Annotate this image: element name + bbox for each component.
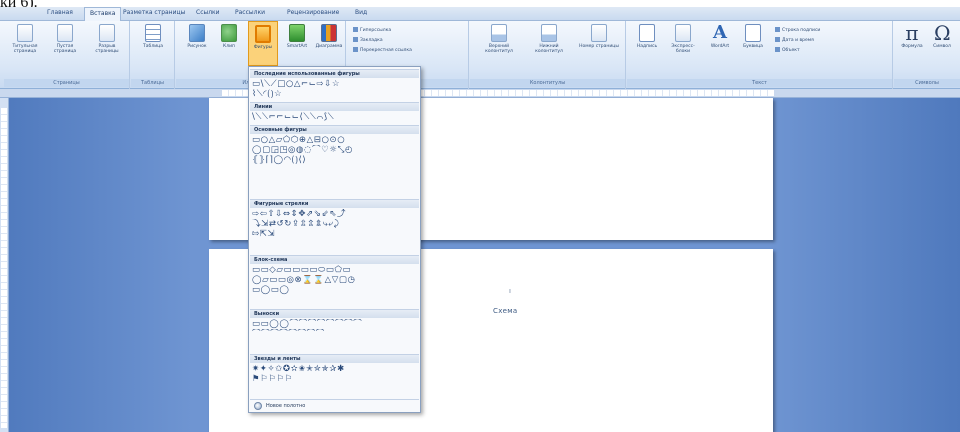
- shapes-button[interactable]: Фигуры: [248, 21, 278, 66]
- footer-button[interactable]: Нижний колонтитул: [526, 24, 572, 54]
- group-label-header-footer: Колонтитулы: [470, 79, 625, 87]
- shapes-dropdown[interactable]: Последние использованные фигуры ▭\⟍⟋□○△⌐…: [248, 66, 421, 413]
- group-text: Надпись Экспресс-блоки A WordArt Буквица …: [627, 21, 893, 89]
- shape-row[interactable]: ◯▱▭▭◎⊗⌛⌛△▽▢◷: [252, 275, 418, 285]
- quick-parts-icon: [675, 24, 691, 42]
- group-label-tables: Таблицы: [131, 79, 174, 87]
- header-button[interactable]: Верхний колонтитул: [476, 24, 522, 54]
- group-label-pages: Страницы: [4, 79, 129, 87]
- chart-button[interactable]: Диаграмма: [314, 24, 344, 49]
- footer-icon: [541, 24, 557, 42]
- shape-row[interactable]: ▭▭◯◯⌒⌒⌒⌒⌒⌒⌒⌒: [252, 319, 418, 329]
- shape-row[interactable]: ⚑⚐⚐⚐⚐: [252, 374, 418, 384]
- picture-button[interactable]: Рисунок: [182, 24, 212, 49]
- bookmark-button[interactable]: Закладка: [353, 37, 383, 43]
- section-recent-shapes: Последние использованные фигуры: [250, 69, 419, 78]
- page-break-icon: [99, 24, 115, 42]
- shape-row[interactable]: ⇨⇦⇧⇩⇔⇕✥⇗⇘⇙⇖⤴: [252, 209, 418, 219]
- table-button[interactable]: Таблица: [137, 24, 169, 49]
- horizontal-ruler[interactable]: [0, 89, 960, 98]
- symbol-button[interactable]: Ω Символ: [928, 21, 956, 49]
- tab-references[interactable]: Ссылки: [196, 9, 220, 16]
- picture-icon: [189, 24, 205, 42]
- page-number-button[interactable]: Номер страницы: [576, 24, 622, 49]
- new-drawing-canvas-item[interactable]: Новое полотно: [250, 399, 419, 411]
- new-drawing-canvas-label: Новое полотно: [266, 403, 306, 409]
- shape-row[interactable]: ▭○△▱⬠⬡⊕△⊟○⊙○: [252, 135, 418, 145]
- cover-page-icon: [17, 24, 33, 42]
- section-stars-banners: Звезды и ленты: [250, 354, 419, 363]
- text-cursor: ı: [509, 287, 511, 295]
- drop-cap-button[interactable]: Буквица: [739, 24, 767, 49]
- group-pages: Титульная страница Пустая страница Разры…: [4, 21, 130, 89]
- cover-page-button[interactable]: Титульная страница: [8, 24, 42, 54]
- shape-row[interactable]: \⟍⟍⌐⌐⌙⌙⟨⟍⟍⌒⟆⟍: [252, 112, 418, 122]
- clipart-button[interactable]: Клип: [216, 24, 242, 49]
- section-block-arrows: Фигурные стрелки: [250, 199, 419, 208]
- shape-row[interactable]: ⌒⌒⌒⌒⌒⌒⌒⌒: [252, 329, 418, 339]
- equation-button[interactable]: π Формула: [898, 21, 926, 49]
- ribbon-insert: Титульная страница Пустая страница Разры…: [0, 21, 960, 89]
- page-break-button[interactable]: Разрыв страницы: [88, 24, 126, 54]
- wordart-icon: A: [713, 22, 727, 43]
- group-symbols: π Формула Ω Символ Символы: [894, 21, 960, 89]
- group-label-text: Текст: [627, 79, 892, 87]
- smartart-icon: [289, 24, 305, 42]
- canvas-icon: [254, 402, 262, 410]
- section-flowchart: Блок-схема: [250, 255, 419, 264]
- blank-page-button[interactable]: Пустая страница: [48, 24, 82, 54]
- tab-home[interactable]: Главная: [47, 9, 73, 16]
- date-time-button[interactable]: Дата и время: [775, 37, 814, 43]
- group-label-symbols: Символы: [894, 79, 960, 87]
- shape-row[interactable]: ⦃⦄⌈⌉◯◠⟮⟯⟨⟩: [252, 155, 418, 165]
- omega-icon: Ω: [934, 21, 951, 45]
- shape-row[interactable]: ◯▢◲◳◎◍◌⌒♡☼⤡◴: [252, 145, 418, 155]
- smartart-button[interactable]: SmartArt: [282, 24, 312, 49]
- wordart-button[interactable]: A WordArt: [705, 22, 735, 50]
- text-box-icon: [639, 24, 655, 42]
- word-window: ки 6). Главная Вставка Разметка страницы…: [0, 0, 960, 432]
- text-box-button[interactable]: Надпись: [633, 24, 661, 49]
- section-callouts: Выноски: [250, 309, 419, 318]
- object-button[interactable]: Объект: [775, 47, 800, 53]
- shape-row[interactable]: ▭\⟍⟋□○△⌐⌙⇨⇩☆: [252, 79, 418, 89]
- group-header-footer: Верхний колонтитул Нижний колонтитул Ном…: [470, 21, 626, 89]
- tab-view[interactable]: Вид: [355, 9, 367, 16]
- shape-row[interactable]: ⌇⟍◜⟮⟯☆: [252, 89, 418, 99]
- blank-page-icon: [57, 24, 73, 42]
- page-number-icon: [591, 24, 607, 42]
- clipart-icon: [221, 24, 237, 42]
- vertical-ruler-scale: [1, 108, 7, 428]
- cross-reference-button[interactable]: Перекрестная ссылка: [353, 47, 412, 53]
- ribbon-tab-row: Главная Вставка Разметка страницы Ссылки…: [0, 7, 960, 21]
- section-lines: Линии: [250, 102, 419, 111]
- document-text[interactable]: Схема: [493, 307, 517, 315]
- header-icon: [491, 24, 507, 42]
- group-tables: Таблица Таблицы: [131, 21, 175, 89]
- drop-cap-icon: [745, 24, 761, 42]
- shapes-icon: [255, 25, 271, 43]
- table-icon: [145, 24, 161, 42]
- pi-icon: π: [905, 21, 919, 45]
- signature-line-button[interactable]: Строка подписи: [775, 27, 820, 33]
- shape-row[interactable]: ✷✦✧✩✪✫✬✭✮✯✰✱: [252, 364, 418, 374]
- section-basic-shapes: Основные фигуры: [250, 125, 419, 134]
- shape-row[interactable]: ⤵⇲⇄↺↻⇪⇫⇬⇭⤷⤶⤸: [252, 219, 418, 229]
- tab-page-layout[interactable]: Разметка страницы: [123, 9, 185, 16]
- tab-review[interactable]: Рецензирование: [287, 9, 339, 16]
- chart-icon: [321, 24, 337, 42]
- tab-mailings[interactable]: Рассылки: [235, 9, 265, 16]
- quick-parts-button[interactable]: Экспресс-блоки: [665, 24, 701, 54]
- hyperlink-button[interactable]: Гиперссылка: [353, 27, 391, 33]
- shape-row[interactable]: ⇰⇱⇲: [252, 229, 418, 239]
- shape-row[interactable]: ▭◯▭◯: [252, 285, 418, 295]
- shape-row[interactable]: ▭▭◇▱▭▭▭▭⬭▭⬠▭: [252, 265, 418, 275]
- vertical-ruler[interactable]: [0, 98, 9, 432]
- tab-insert[interactable]: Вставка: [84, 7, 122, 21]
